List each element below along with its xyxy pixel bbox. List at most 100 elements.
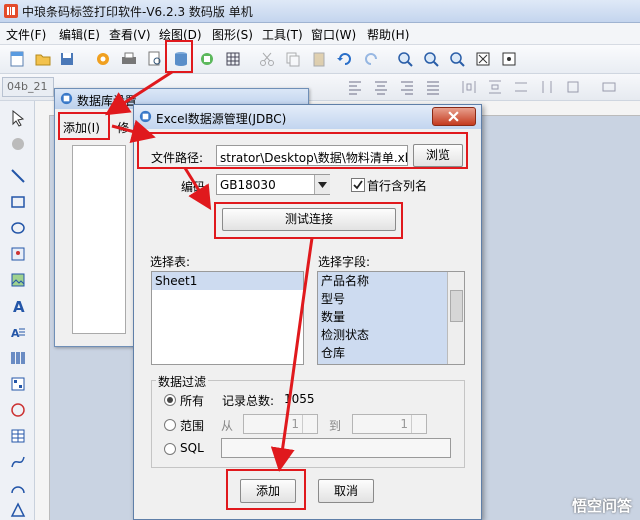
image-frame-icon[interactable] [9,245,27,263]
open-folder-icon[interactable] [34,50,52,68]
field-item[interactable]: 型号 [318,290,464,308]
menu-file[interactable]: 文件(F) [6,26,46,43]
encoding-label: 编码: [181,180,210,194]
same-height-icon[interactable] [538,78,556,96]
field-item[interactable]: 数量 [318,308,464,326]
watermark-text: 悟空问答 [571,497,632,515]
document-tab[interactable]: 04b_21 [2,77,54,97]
database-connection-list[interactable] [72,145,126,334]
filter-all-radio[interactable] [164,394,176,406]
barcode-tool-icon[interactable] [9,349,27,367]
menu-help[interactable]: 帮助(H) [367,26,409,43]
first-row-header-checkbox[interactable] [351,178,365,192]
select-arrow-icon[interactable] [9,109,27,127]
rectangle-tool-icon[interactable] [9,193,27,211]
menu-edit[interactable]: 编辑(E) [59,26,100,43]
grid-icon[interactable] [224,50,242,68]
rich-text-tool-icon[interactable]: A [9,323,27,341]
field-item[interactable]: 产品名称 [318,272,464,290]
spinner-arrows[interactable] [302,415,317,433]
file-path-highlight-box [137,132,468,169]
encoding-select[interactable]: GB18030 [216,174,330,195]
undo-icon[interactable] [336,50,354,68]
field-item[interactable]: 检测状态 [318,326,464,344]
data-filter-title: 数据过滤 [156,373,209,390]
database-settings-title: 数据库设置 [77,94,138,108]
excel-datasource-dialog: Excel数据源管理(JDBC) 文件路径: strator\Desktop\数… [133,104,482,520]
menu-tools[interactable]: 工具(T) [262,26,303,43]
copy-icon[interactable] [284,50,302,68]
distribute-vertical-icon[interactable] [486,78,504,96]
picture-tool-icon[interactable] [9,271,27,289]
first-row-header-label: 首行含列名 [367,179,428,193]
table-item-sheet1[interactable]: Sheet1 [152,272,303,290]
excel-dialog-icon [139,110,152,123]
app-title: 中琅条码标签打印软件-V6.2.3 数码版 单机 [22,5,253,19]
menu-shape[interactable]: 图形(S) [212,26,253,43]
zoom-out-icon[interactable] [422,50,440,68]
db-add-highlight-box [58,112,110,140]
align-left-icon[interactable] [346,78,364,96]
table-tool-icon[interactable] [9,427,27,445]
redo-icon[interactable] [362,50,380,68]
main-toolbar [0,45,640,74]
document-tab-label: 04b_21 [7,80,48,93]
triangle-tool-icon[interactable] [9,501,27,519]
zoom-in-icon[interactable] [396,50,414,68]
filter-range-radio[interactable] [164,419,176,431]
fit-page-icon[interactable] [474,50,492,68]
close-icon [448,111,459,122]
new-file-icon[interactable] [8,50,26,68]
rotate-icon[interactable] [9,135,27,153]
menu-window[interactable]: 窗口(W) [311,26,356,43]
settings-gear-icon[interactable] [94,50,112,68]
scrollbar-thumb[interactable] [450,290,463,322]
justify-icon[interactable] [424,78,442,96]
text-tool-icon[interactable]: A [9,297,27,315]
field-list-scrollbar[interactable] [447,272,464,364]
stamp-tool-icon[interactable] [9,401,27,419]
range-to-spinner[interactable]: 1 [352,414,427,434]
db-edit-menu[interactable]: 修 [117,119,129,136]
data-source-icon[interactable] [198,50,216,68]
filter-sql-radio[interactable] [164,443,176,455]
range-to-label: 到 [329,419,342,433]
menu-view[interactable]: 查看(V) [109,26,151,43]
cut-icon[interactable] [258,50,276,68]
qrcode-tool-icon[interactable] [9,375,27,393]
save-icon[interactable] [58,50,76,68]
align-right-icon[interactable] [398,78,416,96]
print-icon[interactable] [120,50,138,68]
curve-tool-icon[interactable] [9,453,27,471]
distribute-horizontal-icon[interactable] [460,78,478,96]
svg-text:A: A [13,298,25,315]
app-logo-icon [4,4,18,18]
table-list[interactable]: Sheet1 [151,271,304,365]
ellipse-tool-icon[interactable] [9,219,27,237]
encoding-dropdown-button[interactable] [314,175,330,194]
range-to-value: 1 [400,417,408,431]
filter-range-label: 范围 [180,419,205,433]
spinner-arrows[interactable] [411,415,426,433]
same-width-icon[interactable] [512,78,530,96]
same-size-icon[interactable] [564,78,582,96]
close-button[interactable] [432,107,476,126]
print-preview-icon[interactable] [146,50,164,68]
fit-width-icon[interactable] [500,50,518,68]
zoom-actual-icon[interactable] [448,50,466,68]
filter-all-label: 所有 [180,394,205,408]
cancel-button[interactable]: 取消 [318,479,374,503]
line-tool-icon[interactable] [9,167,27,185]
align-center-icon[interactable] [372,78,390,96]
menu-bar: 文件(F) 编辑(E) 查看(V) 绘图(D) 图形(S) 工具(T) 窗口(W… [0,23,640,45]
arc-tool-icon[interactable] [9,479,27,497]
paste-icon[interactable] [310,50,328,68]
window-titlebar: 中琅条码标签打印软件-V6.2.3 数码版 单机 [0,0,640,23]
sql-input[interactable] [221,438,451,458]
field-list[interactable]: 产品名称 型号 数量 检测状态 仓库 [317,271,465,365]
database-settings-icon [60,92,73,105]
database-toolbar-highlight-box [165,40,193,73]
field-item[interactable]: 仓库 [318,344,464,362]
layer-icon[interactable] [600,78,618,96]
range-from-spinner[interactable]: 1 [243,414,318,434]
